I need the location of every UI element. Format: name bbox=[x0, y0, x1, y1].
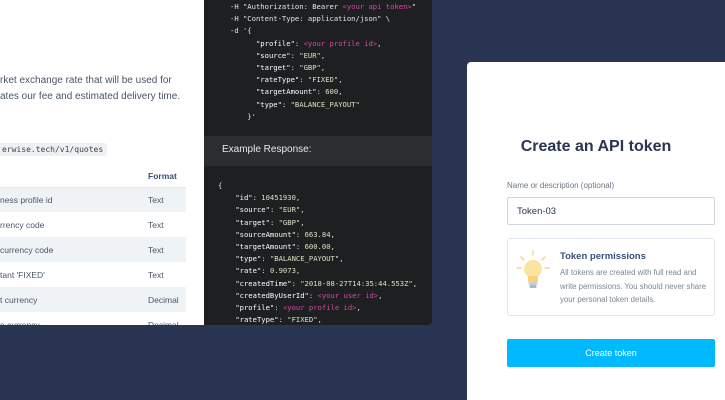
field-format: Text bbox=[148, 237, 186, 262]
code-line: "source": "EUR", bbox=[235, 205, 305, 215]
field-description: e currency bbox=[0, 319, 40, 326]
table-header-row: Format bbox=[0, 165, 186, 188]
permissions-title: Token permissions bbox=[560, 251, 646, 262]
field-description: ness profile id bbox=[0, 187, 148, 212]
modal-title: Create an API token bbox=[520, 138, 672, 155]
example-response-header: Example Response: bbox=[204, 136, 432, 166]
lightbulb-icon bbox=[516, 250, 550, 288]
response-code-block: { "id": 10451930, "source": "EUR", "targ… bbox=[218, 180, 430, 325]
code-line: "profile": <your profile id>, bbox=[235, 303, 361, 313]
field-description: currency code bbox=[0, 237, 148, 262]
code-line: "rateType": "FIXED", bbox=[235, 315, 322, 325]
token-name-input[interactable] bbox=[507, 197, 715, 225]
code-line: -d '{ bbox=[230, 26, 252, 36]
description-line-1: rket exchange rate that will be used for bbox=[0, 75, 172, 86]
code-line: -H "Authorization: Bearer <your api toke… bbox=[230, 2, 417, 11]
create-token-button[interactable]: Create token bbox=[507, 339, 715, 367]
fields-table: Format ness profile id Text rrency code … bbox=[0, 165, 186, 325]
code-line: "targetAmount": 600, bbox=[255, 87, 343, 97]
code-line: -H "Content-Type: application/json" \ bbox=[230, 14, 391, 24]
code-line: "target": "GBP", bbox=[235, 217, 305, 227]
table-row: currency code Text bbox=[0, 237, 186, 262]
field-format: Text bbox=[148, 269, 164, 280]
code-line: "id": 10451930, bbox=[235, 193, 301, 203]
table-row: t currency Decimal bbox=[0, 287, 186, 312]
code-line: "rate": 0.9073, bbox=[235, 266, 301, 276]
description-paragraph: rket exchange rate that will be used for… bbox=[0, 73, 200, 105]
code-line: "source": "EUR", bbox=[255, 50, 326, 60]
api-docs-panel: rket exchange rate that will be used for… bbox=[0, 0, 204, 325]
table-row: ness profile id Text bbox=[0, 187, 186, 212]
example-response-label: Example Response: bbox=[222, 144, 312, 155]
create-token-modal: Create an API token Name or description … bbox=[467, 62, 725, 400]
code-line: "type": "BALANCE_PAYOUT", bbox=[235, 254, 344, 264]
field-description: t currency bbox=[0, 287, 148, 312]
description-header bbox=[0, 165, 148, 188]
field-format: Text bbox=[148, 219, 164, 230]
table-row: e currency Decimal bbox=[0, 312, 186, 326]
field-description: rrency code bbox=[0, 219, 45, 230]
code-line: "type": "BALANCE_PAYOUT" bbox=[255, 99, 360, 109]
table-row: tant 'FIXED' Text bbox=[0, 262, 186, 287]
field-format: Decimal bbox=[148, 287, 186, 312]
field-description: tant 'FIXED' bbox=[0, 269, 45, 280]
code-line: { bbox=[218, 181, 223, 190]
description-line-2: ates our fee and estimated delivery time… bbox=[0, 91, 181, 102]
request-code-block: -H "Authorization: Bearer <your api toke… bbox=[230, 1, 416, 123]
code-line: "createdByUserId": <your user id>, bbox=[235, 290, 383, 300]
code-line: "sourceAmount": 663.84, bbox=[235, 229, 335, 239]
permissions-description: All tokens are created with full read an… bbox=[560, 268, 707, 304]
token-permissions-card: Token permissions All tokens are created… bbox=[507, 238, 715, 316]
code-samples-panel: -H "Authorization: Bearer <your api toke… bbox=[204, 0, 432, 325]
code-line: "targetAmount": 600.00, bbox=[235, 242, 335, 252]
format-header: Format bbox=[148, 165, 186, 188]
endpoint-url: erwise.tech/v1/quotes bbox=[0, 143, 108, 156]
code-line: "target": "GBP", bbox=[255, 63, 326, 73]
code-line: "profile": <your profile id>, bbox=[255, 38, 382, 48]
name-field-label: Name or description (optional) bbox=[507, 181, 615, 190]
code-line: }' bbox=[230, 111, 256, 121]
code-line: "createdTime": "2018-08-27T14:35:44.553Z… bbox=[235, 278, 418, 288]
table-row: rrency code Text bbox=[0, 212, 186, 237]
field-format: Decimal bbox=[148, 319, 179, 326]
code-line: "rateType": "FIXED", bbox=[255, 75, 343, 85]
field-format: Text bbox=[148, 187, 186, 212]
